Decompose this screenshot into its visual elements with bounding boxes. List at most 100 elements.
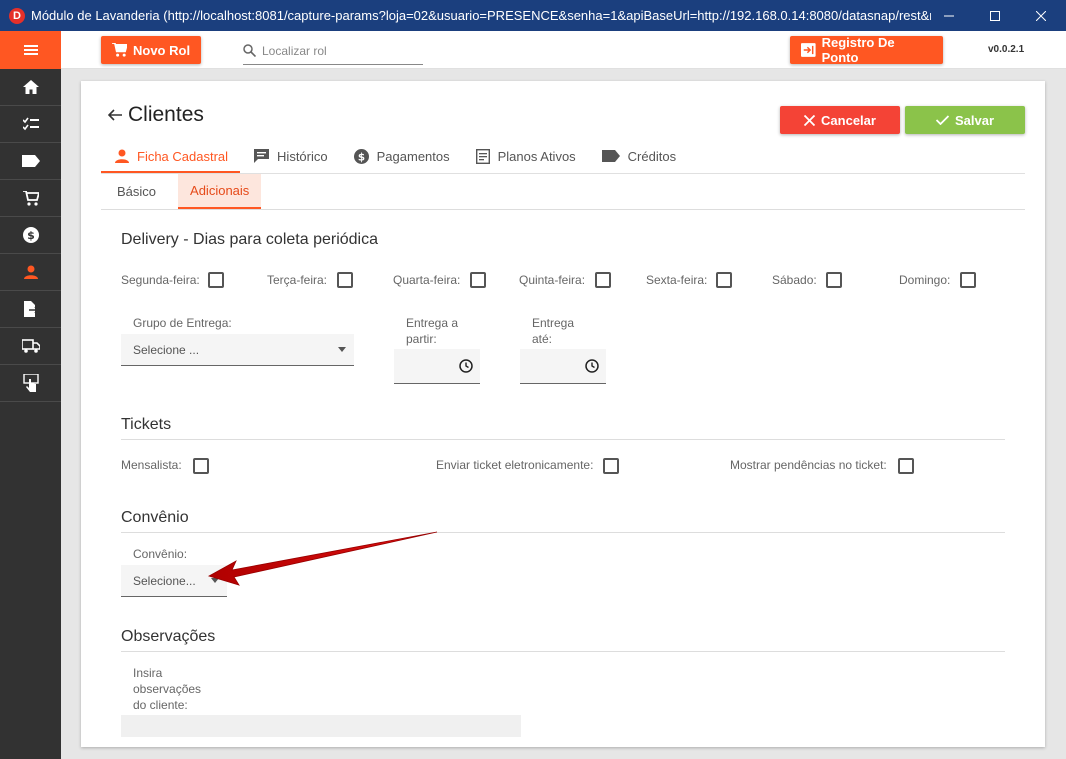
minimize-button[interactable] (926, 0, 972, 31)
label-icon (601, 150, 620, 162)
sidebar-item-clients[interactable] (0, 254, 61, 291)
checkbox-enviar-ticket[interactable] (603, 458, 619, 474)
tab-label: Histórico (277, 148, 328, 164)
checkbox-segunda[interactable] (208, 272, 224, 288)
day-label-sabado: Sábado: (772, 273, 817, 287)
back-arrow-icon[interactable] (108, 109, 122, 121)
checkbox-mensalista[interactable] (193, 458, 209, 474)
entrega-ate-input[interactable] (520, 349, 606, 384)
sidebar-item-tasks[interactable] (0, 106, 61, 143)
entrega-ate-label-line2: até: (532, 332, 553, 346)
subtabs-divider (101, 209, 1025, 210)
truck-icon (21, 339, 40, 353)
observacoes-label-line3: do cliente: (133, 698, 188, 712)
tab-creditos[interactable]: Créditos (588, 139, 688, 173)
close-window-button[interactable] (1018, 0, 1064, 31)
sidebar-item-delivery[interactable] (0, 328, 61, 365)
sidebar-item-labels[interactable] (0, 143, 61, 180)
entrega-ate-label-line1: Entrega (532, 316, 575, 330)
menu-button[interactable] (0, 31, 61, 69)
observacoes-divider (121, 651, 1005, 652)
enviar-ticket-label: Enviar ticket eletronicamente: (436, 458, 594, 472)
touch-hand-icon (22, 374, 39, 392)
checkbox-domingo[interactable] (960, 272, 976, 288)
cancel-label: Cancelar (821, 112, 876, 128)
cart-icon (112, 43, 127, 57)
registro-ponto-button[interactable]: Registro De Ponto (790, 35, 943, 65)
checkbox-quinta[interactable] (595, 272, 611, 288)
checkbox-sabado[interactable] (826, 272, 842, 288)
sidebar-item-home[interactable] (0, 69, 61, 106)
tab-planos-ativos[interactable]: Planos Ativos (462, 139, 588, 173)
sidebar-item-export[interactable] (0, 291, 61, 328)
observacoes-textarea[interactable] (121, 715, 521, 737)
chat-icon (254, 149, 270, 163)
dollar-icon: $ (353, 148, 369, 164)
window-title: Módulo de Lavanderia (http://localhost:8… (31, 8, 931, 23)
maximize-icon (990, 10, 1000, 21)
export-file-icon (23, 301, 39, 317)
person-icon (115, 149, 129, 163)
search-icon (243, 44, 256, 57)
registro-ponto-label: Registro De Ponto (821, 35, 895, 65)
save-button[interactable]: Salvar (905, 106, 1025, 134)
svg-text:$: $ (27, 229, 35, 242)
day-label-quarta: Quarta-feira: (393, 273, 461, 287)
close-icon (804, 114, 816, 126)
person-icon (23, 265, 38, 279)
entrega-a-partir-label: Entrega a partir: (406, 315, 458, 347)
checkbox-terca[interactable] (337, 272, 353, 288)
grupo-entrega-select[interactable]: Selecione ... (121, 334, 354, 366)
page-title: Clientes (128, 103, 204, 126)
checkbox-mostrar-pendencias[interactable] (898, 458, 914, 474)
tickets-section-title: Tickets (121, 416, 172, 433)
entrega-ate-label: Entrega até: (532, 315, 574, 347)
entrega-a-partir-input[interactable] (394, 349, 480, 384)
home-icon (22, 80, 39, 94)
tab-label: Planos Ativos (497, 148, 576, 164)
novo-rol-label: Novo Rol (133, 42, 191, 58)
maximize-button[interactable] (972, 0, 1018, 31)
checkbox-quarta[interactable] (470, 272, 486, 288)
sidebar: $ (0, 31, 61, 759)
svg-text:$: $ (358, 151, 365, 163)
tab-ficha-cadastral[interactable]: Ficha Cadastral (101, 139, 241, 173)
search-input[interactable]: Localizar rol (243, 37, 423, 65)
novo-rol-button[interactable]: Novo Rol (101, 36, 202, 64)
subtab-basico[interactable]: Básico (101, 174, 172, 209)
subtab-adicionais[interactable]: Adicionais (178, 174, 262, 209)
hamburger-icon (23, 45, 38, 55)
dropdown-arrow-icon (338, 347, 346, 352)
sidebar-item-cart[interactable] (0, 180, 61, 217)
tab-label: Pagamentos (376, 148, 450, 164)
mensalista-label: Mensalista: (121, 458, 182, 472)
close-icon (1036, 10, 1046, 21)
checkbox-sexta[interactable] (716, 272, 732, 288)
entrega-a-partir-label-line1: Entrega a (406, 316, 459, 330)
observacoes-label: Insira observações do cliente: (133, 665, 201, 713)
tab-label: Ficha Cadastral (137, 148, 229, 164)
day-label-terca: Terça-feira: (267, 273, 328, 287)
tab-label: Créditos (627, 148, 677, 164)
observacoes-label-line1: Insira (133, 666, 163, 680)
minimize-icon (944, 15, 954, 16)
observacoes-label-line2: observações (133, 682, 202, 696)
tab-historico[interactable]: Histórico (240, 139, 340, 173)
window-titlebar: D Módulo de Lavanderia (http://localhost… (0, 0, 1066, 31)
dropdown-arrow-icon (211, 578, 219, 583)
search-placeholder: Localizar rol (262, 43, 327, 58)
label-icon (21, 155, 40, 167)
day-label-quinta: Quinta-feira: (519, 273, 586, 287)
main-tabs: Ficha Cadastral Histórico $ Pagamentos P… (101, 139, 688, 173)
clock-in-icon (801, 43, 816, 57)
cancel-button[interactable]: Cancelar (780, 106, 900, 134)
save-label: Salvar (954, 112, 995, 128)
tab-pagamentos[interactable]: $ Pagamentos (340, 139, 462, 173)
mostrar-pendencias-label: Mostrar pendências no ticket: (730, 458, 887, 472)
day-label-segunda: Segunda-feira: (121, 273, 200, 287)
convenio-select[interactable]: Selecione... (121, 565, 227, 597)
sidebar-item-touch[interactable] (0, 365, 61, 402)
sidebar-item-payments[interactable]: $ (0, 217, 61, 254)
sub-tabs: Básico Adicionais (101, 174, 262, 209)
check-icon (935, 115, 949, 125)
